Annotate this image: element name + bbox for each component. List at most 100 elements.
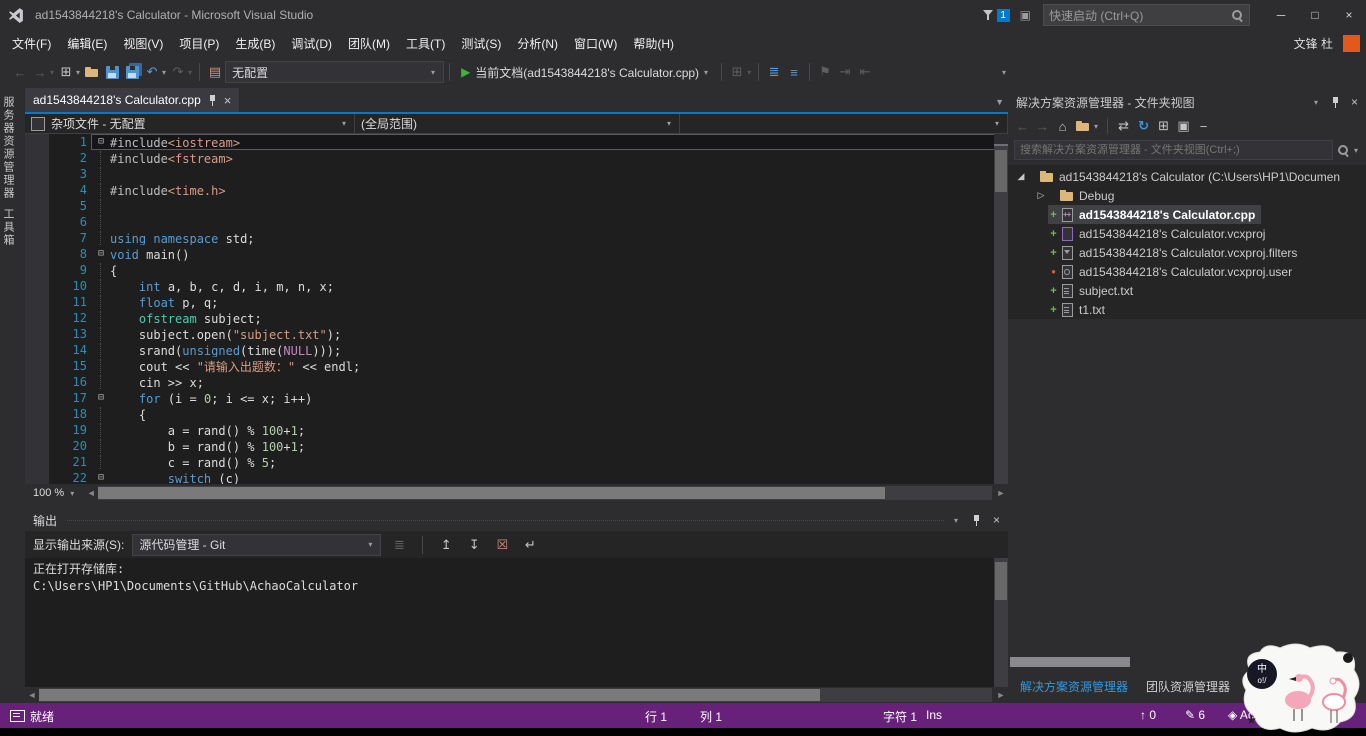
se-search-icon[interactable] xyxy=(1337,144,1350,157)
menu-item[interactable]: 团队(M) xyxy=(340,31,398,56)
debug-target-caret-icon[interactable]: ▾ xyxy=(747,68,751,77)
se-hscroll-thumb[interactable] xyxy=(1010,657,1130,667)
tab-solution-explorer[interactable]: 解决方案资源管理器 xyxy=(1012,673,1136,700)
solution-configurations-combo[interactable]: 无配置 ▾ xyxy=(225,61,445,83)
save-all-button[interactable] xyxy=(123,61,141,83)
menu-item[interactable]: 窗口(W) xyxy=(566,31,625,56)
editor-horizontal-scrollbar[interactable] xyxy=(98,486,992,500)
tree-item[interactable]: ◢ ad1543844218's Calculator (C:\Users\HP1… xyxy=(1008,167,1366,186)
code-line-14[interactable]: 14 srand(unsigned(time(NULL))); xyxy=(25,342,1008,358)
word-wrap-icon[interactable]: ↵ xyxy=(521,534,539,556)
code-line-6[interactable]: 6 xyxy=(25,214,1008,230)
menu-item[interactable]: 文件(F) xyxy=(4,31,59,56)
tab-close-icon[interactable]: × xyxy=(224,93,232,108)
se-refresh-icon[interactable]: ↻ xyxy=(1135,116,1152,136)
debug-target-icon[interactable]: ⊞ xyxy=(728,61,746,83)
navigate-list-button[interactable]: ≡ xyxy=(785,61,803,83)
code-line-10[interactable]: 10 int a, b, c, d, i, m, n, x; xyxy=(25,278,1008,294)
toolbar-overflow-button[interactable]: ▾ xyxy=(1002,68,1006,77)
pending-edits[interactable]: ✎ 6 xyxy=(1185,708,1205,722)
user-avatar[interactable] xyxy=(1343,34,1360,52)
output-horizontal-scrollbar[interactable] xyxy=(39,688,992,702)
tree-item[interactable]: + ad1543844218's Calculator.vcxproj.filte… xyxy=(1008,243,1366,262)
se-sync-icon[interactable]: ⇄ xyxy=(1115,116,1132,136)
code-line-20[interactable]: 20 b = rand() % 100+1; xyxy=(25,438,1008,454)
server-explorer-tab[interactable]: 服务器资源管理器 xyxy=(0,96,25,200)
tree-expander-icon[interactable]: ◢ xyxy=(1014,171,1028,182)
tree-item[interactable]: + ad1543844218's Calculator.cpp xyxy=(1008,205,1366,224)
find-message-icon[interactable]: ≣ xyxy=(390,534,408,556)
nav-member-combo[interactable]: ▾ xyxy=(680,114,1008,133)
se-search-caret-icon[interactable]: ▾ xyxy=(1354,146,1358,155)
notifications-icon[interactable] xyxy=(982,9,995,21)
output-hscroll-left-icon[interactable]: ◄ xyxy=(25,690,39,700)
code-line-2[interactable]: 2 #include<fstream> xyxy=(25,150,1008,166)
editor-hscroll-thumb[interactable] xyxy=(98,487,885,499)
document-tab[interactable]: ad1543844218's Calculator.cpp × xyxy=(25,88,240,112)
tree-item[interactable]: + t1.txt xyxy=(1008,300,1366,319)
outgoing-commits[interactable]: ↑ 0 xyxy=(1140,708,1156,722)
find-in-files-button[interactable]: ≣ xyxy=(765,61,783,83)
code-line-19[interactable]: 19 a = rand() % 100+1; xyxy=(25,422,1008,438)
tree-expander-icon[interactable]: ▷ xyxy=(1034,190,1048,201)
bookmark-button[interactable]: ⚑ xyxy=(816,61,834,83)
fold-margin[interactable]: ⊟ xyxy=(92,135,110,149)
se-forward-icon[interactable]: → xyxy=(1034,116,1051,136)
output-hscroll-thumb[interactable] xyxy=(39,689,821,701)
se-pin-icon[interactable] xyxy=(1331,96,1340,109)
se-show-all-files-icon[interactable]: ⊞ xyxy=(1155,116,1172,136)
toolbox-tab[interactable]: 工具箱 xyxy=(0,208,25,247)
output-hscroll-right-icon[interactable]: ► xyxy=(994,690,1008,700)
undo-button[interactable]: ↶ xyxy=(143,61,161,83)
indent-button[interactable]: ⇥ xyxy=(836,61,854,83)
minimize-button[interactable]: ─ xyxy=(1264,0,1298,30)
code-line-5[interactable]: 5 xyxy=(25,198,1008,214)
fold-margin[interactable]: ⊟ xyxy=(92,391,110,405)
code-line-15[interactable]: 15 cout << "请输入出题数：" << endl; xyxy=(25,358,1008,374)
tree-item[interactable]: ● ad1543844218's Calculator.vcxproj.user xyxy=(1008,262,1366,281)
code-line-9[interactable]: 9{ xyxy=(25,262,1008,278)
hscroll-left-arrow-icon[interactable]: ◄ xyxy=(84,488,98,498)
output-vertical-scrollbar[interactable] xyxy=(994,558,1008,687)
tree-item[interactable]: ▷ Debug xyxy=(1008,186,1366,205)
output-source-combo[interactable]: 源代码管理 - Git ▾ xyxy=(132,533,382,556)
zoom-combo[interactable]: 100 % ▾ xyxy=(25,487,84,499)
se-close-icon[interactable]: × xyxy=(1351,95,1358,109)
code-line-12[interactable]: 12 ofstream subject; xyxy=(25,310,1008,326)
code-line-22[interactable]: 22 ⊟ switch (c) xyxy=(25,470,1008,484)
se-home-icon[interactable]: ⌂ xyxy=(1054,116,1071,136)
feedback-icon[interactable]: ▣ xyxy=(1020,8,1031,22)
editor-vertical-scrollbar[interactable] xyxy=(994,134,1008,484)
menu-item[interactable]: 调试(D) xyxy=(283,31,340,56)
menu-item[interactable]: 编辑(E) xyxy=(59,31,115,56)
fold-margin[interactable]: ⊟ xyxy=(92,247,110,261)
nav-scope-combo[interactable]: (全局范围) ▾ xyxy=(355,114,680,133)
fold-margin[interactable]: ⊟ xyxy=(92,471,110,484)
code-line-18[interactable]: 18 { xyxy=(25,406,1008,422)
notification-badge[interactable]: 1 xyxy=(996,8,1010,22)
code-line-3[interactable]: 3 xyxy=(25,166,1008,182)
new-file-caret-icon[interactable]: ▾ xyxy=(76,68,80,77)
misc-tool-icon[interactable]: ▤ xyxy=(206,61,224,83)
tree-item[interactable]: + subject.txt xyxy=(1008,281,1366,300)
code-line-11[interactable]: 11 float p, q; xyxy=(25,294,1008,310)
output-content[interactable]: 正在打开存储库: C:\Users\HP1\Documents\GitHub\Ac… xyxy=(25,558,1008,687)
code-line-16[interactable]: 16 cin >> x; xyxy=(25,374,1008,390)
desktop-pet-sticker[interactable]: 中 o!/ ★ xyxy=(1236,640,1366,736)
menu-item[interactable]: 测试(S) xyxy=(453,31,509,56)
previous-message-icon[interactable]: ↥ xyxy=(437,534,455,556)
editor-vscroll-thumb[interactable] xyxy=(995,150,1007,192)
menu-item[interactable]: 工具(T) xyxy=(398,31,453,56)
outdent-button[interactable]: ⇤ xyxy=(856,61,874,83)
solution-explorer-header[interactable]: 解决方案资源管理器 - 文件夹视图 ▾ × xyxy=(1008,91,1366,113)
se-collapse-all-icon[interactable]: − xyxy=(1195,116,1212,136)
new-file-button[interactable]: ⊞ xyxy=(57,61,75,83)
menu-item[interactable]: 生成(B) xyxy=(227,31,283,56)
menu-item[interactable]: 分析(N) xyxy=(509,31,566,56)
redo-caret-icon[interactable]: ▾ xyxy=(188,68,192,77)
pin-icon[interactable] xyxy=(208,94,217,107)
code-line-17[interactable]: 17 ⊟ for (i = 0; i <= x; i++) xyxy=(25,390,1008,406)
code-line-1[interactable]: 1 ⊟ #include<iostream> xyxy=(25,134,1008,150)
redo-button[interactable]: ↷ xyxy=(169,61,187,83)
hscroll-right-arrow-icon[interactable]: ► xyxy=(994,488,1008,498)
